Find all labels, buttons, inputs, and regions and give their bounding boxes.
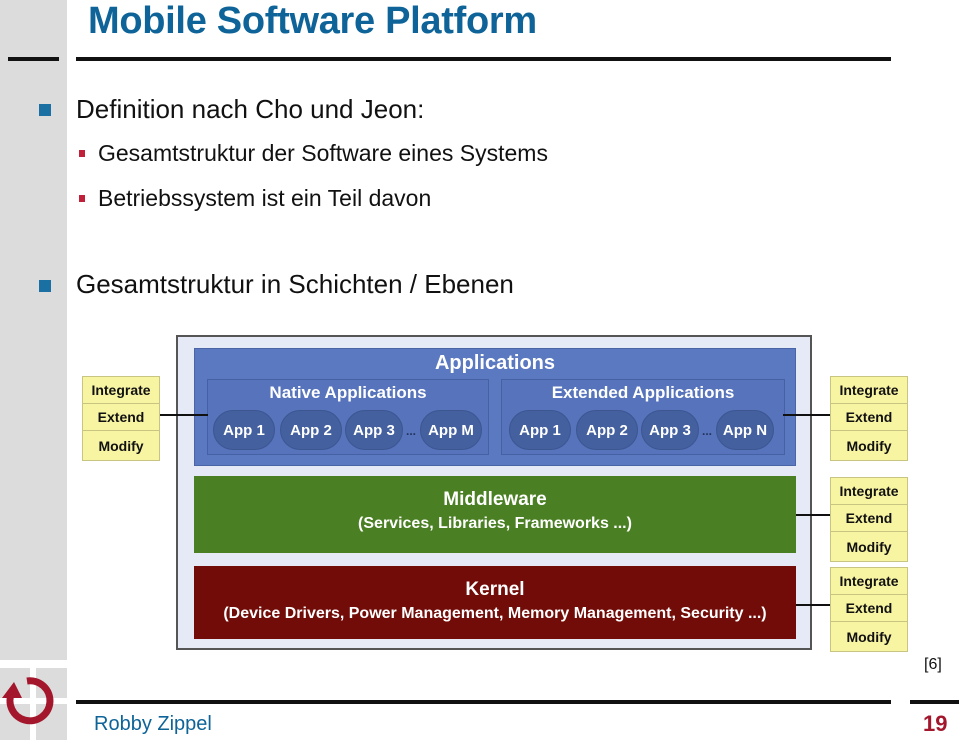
native-applications-title: Native Applications — [269, 383, 427, 402]
operations-box-native: Integrate Extend Modify — [82, 376, 160, 461]
page-number: 19 — [923, 711, 948, 736]
applications-layer: Applications Native Applications App 1 A… — [194, 348, 796, 466]
extended-applications-title: Extended Applications — [551, 383, 735, 402]
reference-citation: [6] — [924, 656, 942, 673]
sub-bullet-icon — [79, 150, 85, 157]
op-extend: Extend — [83, 404, 159, 431]
middleware-title: Middleware — [443, 489, 547, 510]
app-pill: App 2 — [576, 410, 638, 450]
applications-title: Applications — [434, 352, 555, 374]
op-integrate: Integrate — [831, 568, 907, 595]
op-modify: Modify — [846, 628, 892, 645]
logo — [0, 668, 67, 740]
op-integrate: Integrate — [831, 377, 907, 404]
middleware-subtitle: (Services, Libraries, Frameworks ...) — [358, 515, 632, 532]
bullet-layers: Gesamtstruktur in Schichten / Ebenen — [76, 269, 514, 299]
bullet-definition: Definition nach Cho und Jeon: — [76, 94, 425, 124]
extended-applications-group: Extended Applications App 1 App 2 App 3 … — [501, 379, 785, 455]
app-pill: App 3 — [345, 410, 403, 450]
kernel-title: Kernel — [465, 579, 525, 600]
native-applications-group: Native Applications App 1 App 2 App 3 ..… — [207, 379, 489, 455]
sub-bullet-text: Betriebssystem ist ein Teil davon — [98, 185, 432, 211]
app-pill: App M — [420, 410, 482, 450]
title-rule — [76, 57, 891, 61]
bullet-square-icon — [39, 104, 51, 116]
footer-rule-right — [910, 700, 959, 704]
connector-line — [160, 414, 208, 416]
operations-box-middleware: Integrate Extend Modify — [830, 477, 908, 562]
op-extend: Extend — [831, 595, 907, 622]
app-pill: App 2 — [280, 410, 342, 450]
op-integrate: Integrate — [831, 478, 907, 505]
ellipsis: ... — [702, 424, 713, 438]
kernel-subtitle: (Device Drivers, Power Management, Memor… — [223, 605, 767, 622]
op-modify: Modify — [846, 437, 892, 454]
footer-rule — [76, 700, 891, 704]
app-pill: App N — [716, 410, 774, 450]
bullet-square-icon — [39, 280, 51, 292]
refresh-logo-icon — [2, 677, 54, 725]
kernel-layer: Kernel (Device Drivers, Power Management… — [194, 566, 796, 639]
ellipsis: ... — [406, 424, 417, 438]
author-name: Robby Zippel — [94, 713, 212, 735]
operations-box-extended: Integrate Extend Modify — [830, 376, 908, 461]
sidebar-dash — [8, 57, 59, 61]
op-modify: Modify — [846, 538, 892, 555]
middleware-layer: Middleware (Services, Libraries, Framewo… — [194, 476, 796, 553]
op-integrate: Integrate — [83, 377, 159, 404]
op-extend: Extend — [831, 505, 907, 532]
connector-line — [796, 604, 830, 606]
page-title: Mobile Software Platform — [88, 0, 537, 42]
op-modify: Modify — [98, 437, 144, 454]
operations-box-kernel: Integrate Extend Modify — [830, 567, 908, 652]
sidebar-band — [0, 0, 67, 660]
app-pill: App 1 — [213, 410, 275, 450]
app-pill: App 3 — [641, 410, 699, 450]
sub-bullet-text: Gesamtstruktur der Software eines System… — [98, 140, 548, 166]
connector-line — [796, 514, 830, 516]
sub-bullet-icon — [79, 195, 85, 202]
connector-line — [783, 414, 830, 416]
app-pill: App 1 — [509, 410, 571, 450]
op-extend: Extend — [831, 404, 907, 431]
